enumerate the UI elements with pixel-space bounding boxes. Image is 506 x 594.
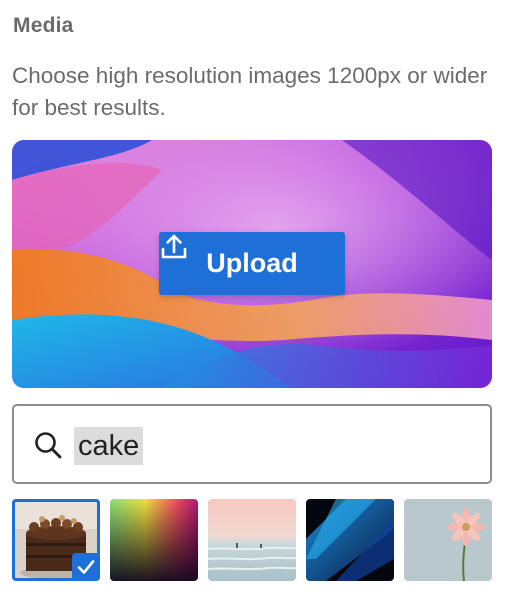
thumbnail-flower[interactable] [404, 499, 492, 581]
search-field[interactable]: cake [12, 404, 492, 484]
upload-icon [161, 234, 187, 259]
check-icon [77, 560, 95, 574]
section-title: Media [13, 14, 74, 37]
thumbnail-cake[interactable] [12, 499, 100, 581]
thumbnail-beach[interactable] [208, 499, 296, 581]
flower-image [404, 499, 492, 581]
thumbnail-gradient[interactable] [110, 499, 198, 581]
help-text: Choose high resolution images 1200px or … [12, 63, 488, 120]
selected-check-badge [72, 553, 100, 581]
search-icon [35, 432, 62, 459]
upload-button[interactable]: Upload [159, 232, 345, 295]
blue-abstract-image [306, 499, 394, 581]
thumbnail-strip [12, 499, 492, 581]
gradient-image [110, 499, 198, 581]
upload-button-label: Upload [206, 248, 298, 278]
beach-image [208, 499, 296, 581]
search-input[interactable]: cake [74, 427, 144, 465]
thumbnail-blue-abstract[interactable] [306, 499, 394, 581]
media-preview: Upload [12, 140, 492, 388]
